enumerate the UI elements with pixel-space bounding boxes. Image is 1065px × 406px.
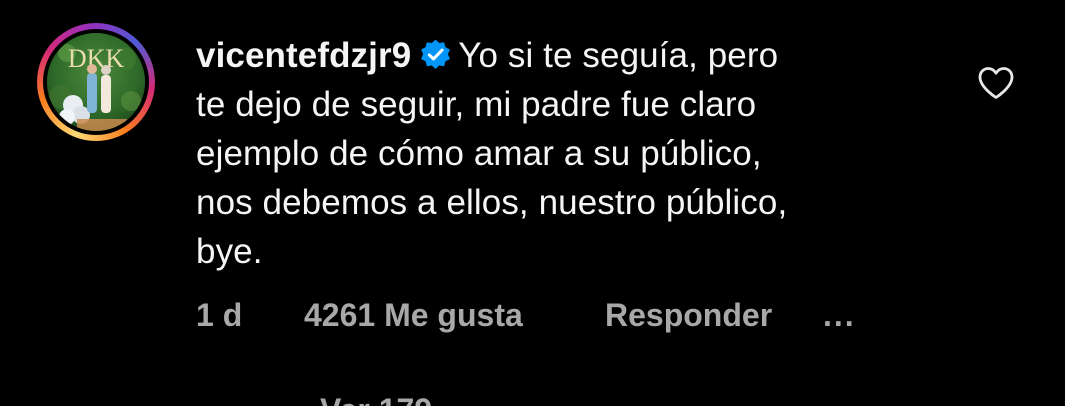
comment-text-line: ejemplo de cómo amar a su público, bbox=[196, 134, 762, 173]
view-replies-button[interactable]: Ver 179 bbox=[320, 394, 432, 406]
comment-text-line: te dejo de seguir, mi padre fue claro bbox=[196, 85, 757, 124]
reply-button[interactable]: Responder bbox=[605, 295, 772, 335]
avatar-image: DKK bbox=[47, 33, 145, 131]
likes-count-link[interactable]: 4261 Me gusta bbox=[304, 295, 523, 335]
avatar[interactable]: DKK bbox=[47, 33, 145, 131]
username-link[interactable]: vicentefdzjr9 bbox=[196, 36, 411, 75]
heart-outline-icon[interactable] bbox=[977, 66, 1015, 100]
comment: DKK vicentefdzjr9 Yo si te seguía, pero t… bbox=[0, 0, 1065, 406]
comment-text-line: bye. bbox=[196, 232, 263, 271]
comment-text-line: Yo si te seguía, pero bbox=[458, 36, 779, 75]
avatar-ring-gap: DKK bbox=[43, 29, 149, 135]
view-replies-row[interactable]: Ver 179 bbox=[0, 388, 1065, 406]
comment-text-line: nos debemos a ellos, nuestro público, bbox=[196, 183, 788, 222]
avatar-story-ring[interactable]: DKK bbox=[37, 23, 155, 141]
comment-timestamp[interactable]: 1 d bbox=[196, 295, 242, 335]
verified-badge-icon bbox=[419, 35, 452, 69]
more-options-button[interactable]: ... bbox=[823, 295, 856, 335]
comment-body: vicentefdzjr9 Yo si te seguía, pero te de… bbox=[196, 31, 916, 276]
